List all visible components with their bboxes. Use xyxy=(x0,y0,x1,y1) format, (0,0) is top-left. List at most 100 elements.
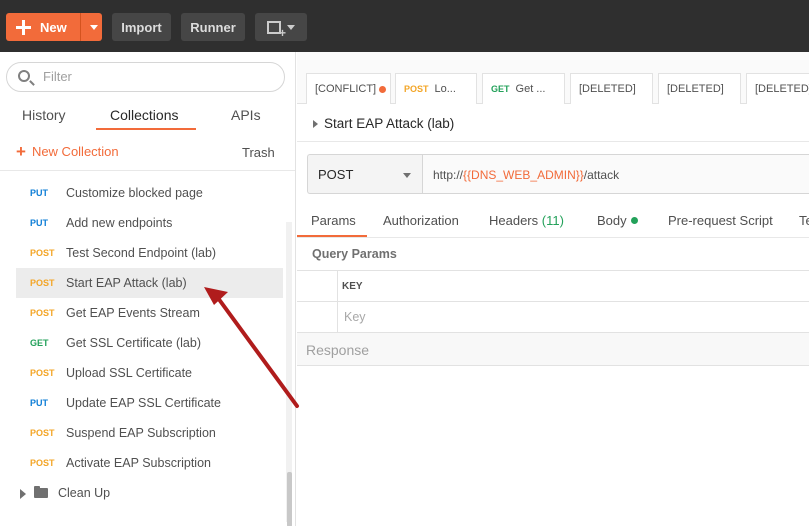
folder-name: Clean Up xyxy=(58,486,111,500)
tab-apis[interactable]: APIs xyxy=(231,107,261,123)
request-name: Suspend EAP Subscription xyxy=(66,426,216,440)
request-name: Activate EAP Subscription xyxy=(66,456,211,470)
url-suffix: /attack xyxy=(583,168,620,182)
list-item[interactable]: GET Get SSL Certificate (lab) xyxy=(0,328,283,358)
request-tab[interactable]: [DELETED] xyxy=(746,73,809,104)
active-tab-indicator xyxy=(96,128,196,130)
plus-icon xyxy=(16,19,31,35)
method-select[interactable]: POST xyxy=(307,154,422,194)
tab-authorization[interactable]: Authorization xyxy=(383,213,459,228)
list-item[interactable]: PUT Customize blocked page xyxy=(0,178,283,208)
method-badge: PUT xyxy=(30,218,48,228)
query-params-label: Query Params xyxy=(312,247,397,261)
request-name: Upload SSL Certificate xyxy=(66,366,192,380)
new-button-label: New xyxy=(40,19,67,35)
table-line xyxy=(337,270,338,332)
request-list: PUT Customize blocked page PUT Add new e… xyxy=(0,178,283,478)
sidebar-divider xyxy=(0,170,295,171)
method-badge: POST xyxy=(30,428,55,438)
method-value: POST xyxy=(318,167,354,182)
chevron-down-icon[interactable] xyxy=(90,25,98,30)
new-collection-label: New Collection xyxy=(31,144,119,159)
method-badge: PUT xyxy=(30,398,48,408)
request-name: Add new endpoints xyxy=(66,216,173,230)
runner-button[interactable]: Runner xyxy=(181,13,245,41)
url-input[interactable]: http://{{DNS_WEB_ADMIN}}/attack xyxy=(422,154,809,194)
request-name: Get EAP Events Stream xyxy=(66,306,200,320)
key-input[interactable]: Key xyxy=(344,310,366,324)
table-line xyxy=(297,301,809,302)
new-button-separator xyxy=(80,13,81,41)
tab-collections[interactable]: Collections xyxy=(110,107,178,123)
request-tab-label: [DELETED] xyxy=(755,83,809,95)
list-item[interactable]: POST Get EAP Events Stream xyxy=(0,298,283,328)
search-input[interactable] xyxy=(43,69,243,84)
request-tab-label: [CONFLICT] xyxy=(315,83,377,95)
request-tab[interactable]: [DELETED] xyxy=(570,73,653,104)
tab-headers[interactable]: Headers (11) xyxy=(489,213,564,228)
request-tab-label: [DELETED] xyxy=(667,83,724,95)
tab-body-label: Body xyxy=(597,213,627,228)
import-button[interactable]: Import xyxy=(112,13,171,41)
method-badge: PUT xyxy=(30,188,48,198)
request-name: Get SSL Certificate (lab) xyxy=(66,336,202,350)
chevron-down-icon xyxy=(403,173,411,178)
method-badge: POST xyxy=(30,368,55,378)
main-pane: [CONFLICT] POST Lo... GET Get ... [DELET… xyxy=(297,52,809,526)
tab-body[interactable]: Body xyxy=(597,213,638,228)
response-label: Response xyxy=(306,342,370,358)
search-icon xyxy=(18,70,30,82)
folder-icon xyxy=(34,486,48,498)
chevron-right-icon xyxy=(313,119,318,128)
method-badge: POST xyxy=(30,248,55,258)
request-tab[interactable]: GET Get ... xyxy=(482,73,565,104)
new-window-icon xyxy=(267,20,286,40)
method-badge: POST xyxy=(30,278,55,288)
new-window-button[interactable] xyxy=(255,13,307,41)
trash-button[interactable]: Trash xyxy=(242,145,275,160)
request-tab[interactable]: POST Lo... xyxy=(395,73,477,104)
list-item[interactable]: POST Activate EAP Subscription xyxy=(0,448,283,478)
method-badge: POST xyxy=(30,458,55,468)
folder-clean-up[interactable]: Clean Up xyxy=(0,481,283,507)
list-item[interactable]: POST Upload SSL Certificate xyxy=(0,358,283,388)
chevron-right-icon[interactable] xyxy=(20,489,26,499)
method-badge: GET xyxy=(491,84,510,94)
search-box[interactable] xyxy=(6,62,285,92)
new-button[interactable]: New xyxy=(6,13,102,41)
request-tab[interactable]: [CONFLICT] xyxy=(306,73,391,104)
request-title[interactable]: Start EAP Attack (lab) xyxy=(313,116,454,131)
request-name: Test Second Endpoint (lab) xyxy=(66,246,217,260)
list-item[interactable]: PUT Update EAP SSL Certificate xyxy=(0,388,283,418)
tab-params[interactable]: Params xyxy=(311,213,356,228)
top-toolbar: New Import Runner xyxy=(0,0,809,52)
list-item[interactable]: POST Test Second Endpoint (lab) xyxy=(0,238,283,268)
request-tab-label: [DELETED] xyxy=(579,83,636,95)
list-item[interactable]: POST Suspend EAP Subscription xyxy=(0,418,283,448)
list-item-active[interactable]: POST Start EAP Attack (lab) xyxy=(16,268,283,298)
tab-headers-label: Headers xyxy=(489,213,539,228)
headers-count: (11) xyxy=(541,213,564,228)
request-title-text: Start EAP Attack (lab) xyxy=(324,116,455,131)
new-collection-button[interactable]: + New Collection xyxy=(16,142,119,161)
status-dot-icon xyxy=(630,217,638,224)
tab-tests[interactable]: Te xyxy=(799,213,809,228)
method-badge: POST xyxy=(30,308,55,318)
plus-icon: + xyxy=(16,142,26,161)
request-tab-label: Get ... xyxy=(515,83,546,95)
request-name: Start EAP Attack (lab) xyxy=(66,276,187,290)
method-badge: POST xyxy=(404,84,429,94)
chevron-down-icon xyxy=(287,24,295,30)
sidebar: History Collections APIs + New Collectio… xyxy=(0,52,296,526)
tab-history[interactable]: History xyxy=(22,107,66,123)
table-line xyxy=(297,270,809,271)
unsaved-dot-icon xyxy=(379,85,387,93)
response-section[interactable]: Response xyxy=(297,333,809,366)
scrollbar-thumb[interactable] xyxy=(287,472,292,526)
request-tabs-bar: [CONFLICT] POST Lo... GET Get ... [DELET… xyxy=(297,52,809,104)
request-tab[interactable]: [DELETED] xyxy=(658,73,741,104)
list-item[interactable]: PUT Add new endpoints xyxy=(0,208,283,238)
request-tab-label: Lo... xyxy=(434,83,456,95)
tab-pre-request-script[interactable]: Pre-request Script xyxy=(668,213,773,228)
request-name: Customize blocked page xyxy=(66,186,203,200)
